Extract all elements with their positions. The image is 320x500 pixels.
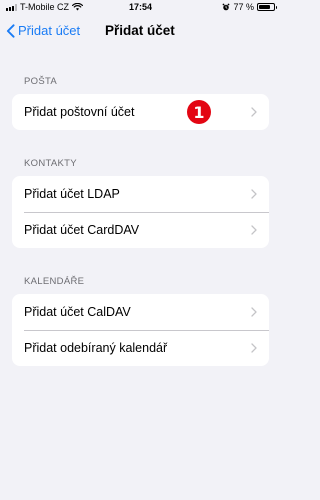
back-button[interactable]: Přidat účet <box>6 23 80 38</box>
status-bar: T-Mobile CZ 17:54 77 % <box>0 0 281 14</box>
status-right: 77 % <box>222 2 277 12</box>
section-header-kontakty: KONTAKTY <box>24 158 77 169</box>
battery-percent: 77 % <box>233 2 254 12</box>
chevron-right-icon <box>251 343 257 353</box>
chevron-right-icon <box>251 189 257 199</box>
chevron-right-icon <box>251 107 257 117</box>
step-badge-number: 1 <box>193 102 205 122</box>
row-label: Přidat účet LDAP <box>24 187 120 201</box>
alarm-icon <box>223 3 230 11</box>
back-button-label: Přidat účet <box>18 23 81 38</box>
add-carddav-account-row[interactable]: Přidat účet CardDAV <box>12 212 269 248</box>
group-kontakty: Přidat účet LDAP Přidat účet CardDAV <box>12 176 269 248</box>
section-header-kalendare: KALENDÁŘE <box>24 276 85 287</box>
add-subscribed-calendar-row[interactable]: Přidat odebíraný kalendář <box>12 330 269 366</box>
chevron-right-icon <box>251 307 257 317</box>
section-header-posta: POŠTA <box>24 76 57 87</box>
page-title: Přidat účet <box>105 23 175 38</box>
row-label: Přidat účet CalDAV <box>24 305 131 319</box>
battery-fill <box>259 5 270 9</box>
row-label: Přidat odebíraný kalendář <box>24 341 168 355</box>
row-label: Přidat účet CardDAV <box>24 223 140 237</box>
step-badge: 1 <box>187 100 211 124</box>
back-chevron-icon <box>6 23 15 38</box>
navigation-bar: Přidat účet Přidat účet <box>0 14 281 48</box>
group-posta: Přidat poštovní účet 1 <box>12 94 269 130</box>
battery-icon <box>257 3 277 11</box>
add-mail-account-row[interactable]: Přidat poštovní účet 1 <box>12 94 269 130</box>
add-ldap-account-row[interactable]: Přidat účet LDAP <box>12 176 269 212</box>
add-caldav-account-row[interactable]: Přidat účet CalDAV <box>12 294 269 330</box>
chevron-right-icon <box>251 225 257 235</box>
row-label: Přidat poštovní účet <box>24 105 135 119</box>
group-kalendare: Přidat účet CalDAV Přidat odebíraný kale… <box>12 294 269 366</box>
